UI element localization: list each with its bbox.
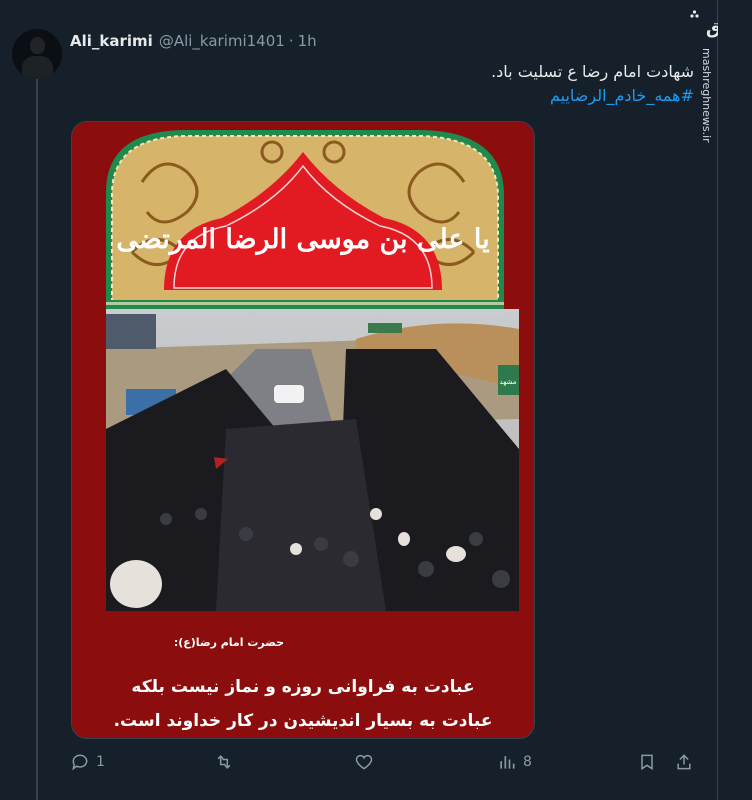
avatar-head xyxy=(30,37,45,54)
calligraphy-text: یا علی بن موسی الرضا المرتضی xyxy=(116,224,490,256)
mashregh-logo: مشرق xyxy=(690,10,718,39)
thread-line xyxy=(36,78,38,800)
reply-button[interactable]: 1 xyxy=(70,752,105,772)
like-icon xyxy=(355,754,373,770)
quote-source: حضرت امام رضا(ع): xyxy=(173,636,284,649)
quote-line-2: عبادت به بسیار اندیشیدن در کار خداوند اس… xyxy=(113,711,493,731)
road-sign-text: مشهد xyxy=(500,378,517,386)
tweet-header: Ali_karimi @Ali_karimi1401 · 1h xyxy=(70,32,317,50)
user-handle[interactable]: @Ali_karimi1401 xyxy=(159,32,285,50)
quote-line-1: عبادت به فراوانی روزه و نماز نیست بلکه xyxy=(131,677,475,697)
timestamp[interactable]: 1h xyxy=(298,32,317,50)
separator-dot: · xyxy=(288,32,294,50)
calligraphy-banner: یا علی بن موسی الرضا المرتضی xyxy=(72,122,534,310)
bookmark-icon xyxy=(641,754,653,771)
tweet-text: شهادت امام رضا ع تسلیت باد. #همه_خادم_ال… xyxy=(134,60,694,108)
share-icon xyxy=(677,754,691,770)
reply-count: 1 xyxy=(96,754,105,770)
share-button[interactable] xyxy=(674,752,694,772)
tweet-media[interactable]: یا علی بن موسی الرضا المرتضی مشهد حضرت ا… xyxy=(71,121,535,739)
retweet-icon xyxy=(217,755,231,769)
avatar-body xyxy=(22,56,53,79)
hashtag-link[interactable]: #همه_خادم_الرضاییم xyxy=(134,84,694,108)
bookmark-button[interactable] xyxy=(637,752,657,772)
views-count: 8 xyxy=(523,754,532,770)
column-divider xyxy=(717,0,718,800)
mashregh-logo-text: مشرق xyxy=(706,19,718,39)
pilgrims-photo: مشهد xyxy=(106,309,519,611)
views-icon xyxy=(500,756,515,769)
tweet-actions: 1 8 xyxy=(70,752,704,782)
retweet-button[interactable] xyxy=(214,752,234,772)
tweet-text-line: شهادت امام رضا ع تسلیت باد. xyxy=(491,62,694,81)
quote-text: عبادت به فراوانی روزه و نماز نیست بلکه ع… xyxy=(72,670,534,738)
mashregh-site-label: mashreghnews.ir xyxy=(700,48,713,143)
display-name[interactable]: Ali_karimi xyxy=(70,32,153,50)
reply-icon xyxy=(72,754,88,771)
like-button[interactable] xyxy=(354,752,374,772)
views-button[interactable]: 8 xyxy=(497,752,532,772)
avatar[interactable] xyxy=(12,29,62,79)
